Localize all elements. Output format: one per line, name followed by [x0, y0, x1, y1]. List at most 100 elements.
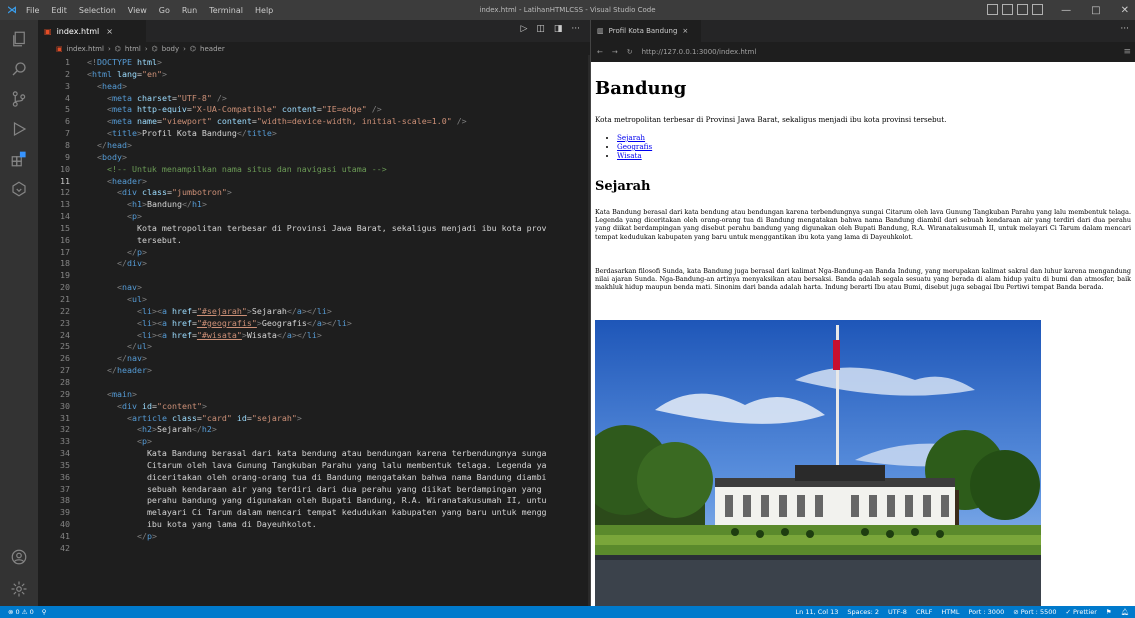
- breadcrumb-item[interactable]: body: [162, 45, 179, 53]
- code-line[interactable]: 15 Kota metropolitan terbesar di Provins…: [38, 223, 590, 235]
- language-mode[interactable]: HTML: [941, 608, 959, 616]
- code-line[interactable]: 1 <!DOCTYPE html>: [38, 57, 590, 69]
- code-line[interactable]: 34 Kata Bandung berasal dari kata bendun…: [38, 448, 590, 460]
- code-line[interactable]: 17 </p>: [38, 247, 590, 259]
- close-button[interactable]: ✕: [1121, 5, 1129, 16]
- tab-preview[interactable]: ▥ Profil Kota Bandung ×: [591, 20, 701, 42]
- code-line[interactable]: 16 tersebut.: [38, 235, 590, 247]
- customize-layout-icon[interactable]: [1032, 4, 1043, 15]
- menu-run[interactable]: Run: [182, 6, 197, 15]
- code-line[interactable]: 25 </ul>: [38, 341, 590, 353]
- code-line[interactable]: 30 <div id="content">: [38, 401, 590, 413]
- nav-link-geografis[interactable]: Geografis: [617, 142, 652, 151]
- code-line[interactable]: 22 <li><a href="#sejarah">Sejarah</a></l…: [38, 306, 590, 318]
- code-line[interactable]: 4 <meta charset="UTF-8" />: [38, 93, 590, 105]
- indentation[interactable]: Spaces: 2: [847, 608, 879, 616]
- menu-go[interactable]: Go: [159, 6, 170, 15]
- code-line[interactable]: 14 <p>: [38, 211, 590, 223]
- settings-gear-icon[interactable]: [0, 574, 38, 604]
- breadcrumb-item[interactable]: html: [125, 45, 141, 53]
- code-line[interactable]: 38 perahu bandung yang digunakan oleh Bu…: [38, 495, 590, 507]
- toggle-panel-icon[interactable]: [1002, 4, 1013, 15]
- maximize-button[interactable]: □: [1091, 5, 1100, 16]
- accounts-icon[interactable]: [0, 542, 38, 572]
- code-line[interactable]: 40 ibu kota yang lama di Dayeuhkolot.: [38, 519, 590, 531]
- close-tab-icon[interactable]: ×: [106, 27, 113, 36]
- code-line[interactable]: 32 <h2>Sejarah</h2>: [38, 424, 590, 436]
- explorer-icon[interactable]: [0, 24, 38, 54]
- open-preview-icon[interactable]: ◫: [536, 24, 545, 34]
- prettier-status[interactable]: ✓ Prettier: [1065, 608, 1096, 616]
- code-line[interactable]: 29 <main>: [38, 389, 590, 401]
- toggle-secondary-sidebar-icon[interactable]: [1017, 4, 1028, 15]
- code-line[interactable]: 6 <meta name="viewport" content="width=d…: [38, 116, 590, 128]
- feedback-icon[interactable]: ⚑: [1106, 608, 1112, 616]
- code-line[interactable]: 3 <head>: [38, 81, 590, 93]
- code-line[interactable]: 23 <li><a href="#geografis">Geografis</a…: [38, 318, 590, 330]
- notifications-icon[interactable]: 🔔︎: [1121, 608, 1129, 616]
- code-line[interactable]: 9 <body>: [38, 152, 590, 164]
- code-line[interactable]: 36 diceritakan oleh orang-orang tua di B…: [38, 472, 590, 484]
- code-line[interactable]: 39 melayari Ci Tarum dalam mencari tempa…: [38, 507, 590, 519]
- code-line[interactable]: 21 <ul>: [38, 294, 590, 306]
- back-icon[interactable]: ←: [597, 48, 603, 56]
- code-line[interactable]: 42: [38, 543, 590, 555]
- more-actions-icon[interactable]: ···: [571, 24, 580, 34]
- code-line[interactable]: 28: [38, 377, 590, 389]
- code-line[interactable]: 10 <!-- Untuk menampilkan nama situs dan…: [38, 164, 590, 176]
- code-line[interactable]: 26 </nav>: [38, 353, 590, 365]
- code-area[interactable]: 1 <!DOCTYPE html> 2 <html lang="en"> 3 <head…: [38, 55, 590, 606]
- menu-selection[interactable]: Selection: [79, 6, 116, 15]
- code-line[interactable]: 11 <header>: [38, 176, 590, 188]
- menu-edit[interactable]: Edit: [51, 6, 67, 15]
- minimize-button[interactable]: —: [1061, 5, 1071, 16]
- extensions-icon[interactable]: [0, 144, 38, 174]
- close-tab-icon[interactable]: ×: [682, 27, 688, 35]
- encoding[interactable]: UTF-8: [888, 608, 907, 616]
- code-line[interactable]: 2 <html lang="en">: [38, 69, 590, 81]
- menu-terminal[interactable]: Terminal: [209, 6, 243, 15]
- code-line[interactable]: 41 </p>: [38, 531, 590, 543]
- split-editor-icon[interactable]: ◨: [554, 24, 563, 34]
- code-line[interactable]: 37 sebuah kendaraan air yang terdiri dar…: [38, 484, 590, 496]
- code-line[interactable]: 19: [38, 270, 590, 282]
- live-share-icon[interactable]: ⚲: [42, 608, 47, 616]
- forward-icon[interactable]: →: [612, 48, 618, 56]
- code-line[interactable]: 35 Citarum oleh lava Gunung Tangkuban Pa…: [38, 460, 590, 472]
- menu-icon[interactable]: ≡: [1123, 47, 1131, 57]
- run-icon[interactable]: ▷: [520, 24, 527, 34]
- tab-index-html[interactable]: ▣ index.html ×: [38, 20, 146, 42]
- code-line[interactable]: 24 <li><a href="#wisata">Wisata</a></li>: [38, 330, 590, 342]
- breadcrumb-item[interactable]: index.html: [67, 45, 104, 53]
- toggle-sidebar-icon[interactable]: [987, 4, 998, 15]
- source-control-icon[interactable]: [0, 84, 38, 114]
- line-number: 24: [60, 329, 70, 340]
- cursor-position[interactable]: Ln 11, Col 13: [796, 608, 839, 616]
- code-line[interactable]: 7 <title>Profil Kota Bandung</title>: [38, 128, 590, 140]
- more-actions-icon[interactable]: ···: [1120, 24, 1129, 34]
- nav-link-wisata[interactable]: Wisata: [617, 151, 642, 160]
- code-line[interactable]: 20 <nav>: [38, 282, 590, 294]
- live-server-port[interactable]: ⊘ Port : 5500: [1013, 608, 1056, 616]
- problems-indicator[interactable]: ⊗ 0 ⚠ 0: [8, 608, 34, 616]
- code-line[interactable]: 33 <p>: [38, 436, 590, 448]
- code-line[interactable]: 8 </head>: [38, 140, 590, 152]
- run-debug-icon[interactable]: [0, 114, 38, 144]
- code-line[interactable]: 12 <div class="jumbotron">: [38, 187, 590, 199]
- code-line[interactable]: 18 </div>: [38, 258, 590, 270]
- code-line[interactable]: 5 <meta http-equiv="X-UA-Compatible" con…: [38, 104, 590, 116]
- reload-icon[interactable]: ↻: [627, 48, 633, 56]
- breadcrumb-item[interactable]: header: [200, 45, 225, 53]
- menu-file[interactable]: File: [26, 6, 39, 15]
- code-line[interactable]: 31 <article class="card" id="sejarah">: [38, 413, 590, 425]
- menu-help[interactable]: Help: [255, 6, 273, 15]
- remote-icon[interactable]: [0, 174, 38, 204]
- menu-view[interactable]: View: [128, 6, 147, 15]
- line-ending[interactable]: CRLF: [916, 608, 932, 616]
- search-icon[interactable]: [0, 54, 38, 84]
- url-field[interactable]: http://127.0.0.1:3000/index.html: [642, 48, 757, 56]
- nav-link-sejarah[interactable]: Sejarah: [617, 133, 645, 142]
- code-line[interactable]: 27 </header>: [38, 365, 590, 377]
- code-line[interactable]: 13 <h1>Bandung</h1>: [38, 199, 590, 211]
- preview-port[interactable]: Port : 3000: [968, 608, 1004, 616]
